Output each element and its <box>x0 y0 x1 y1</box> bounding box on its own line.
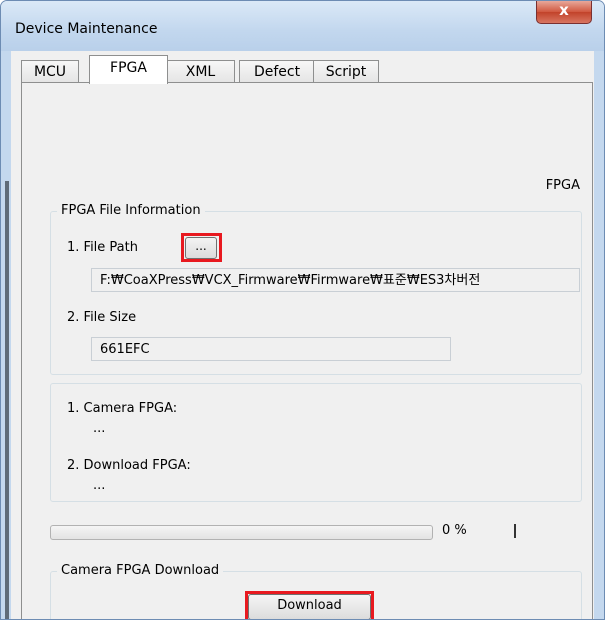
window-title: Device Maintenance <box>15 21 158 37</box>
client-area: MCU FPGA XML Defect Script FPGA FPGA Fil… <box>11 51 594 619</box>
download-button-highlight <box>245 591 374 619</box>
status-divider <box>514 524 516 538</box>
camera-fpga-value: ... <box>93 421 106 436</box>
tab-defect[interactable]: Defect <box>239 60 315 83</box>
tab-mcu[interactable]: MCU <box>21 60 79 83</box>
progress-percent: 0 % <box>442 523 467 538</box>
browse-button-highlight <box>181 233 222 262</box>
tab-script[interactable]: Script <box>313 60 379 83</box>
title-bar[interactable]: Device Maintenance x <box>1 1 604 51</box>
file-path-field[interactable]: F:₩CoaXPress₩VCX_Firmware₩Firmware₩표준₩ES… <box>91 268 580 292</box>
file-path-label: 1. File Path <box>67 240 138 255</box>
file-info-group: FPGA File Information 1. File Path ... F… <box>50 203 582 375</box>
tab-fpga[interactable]: FPGA <box>89 55 168 84</box>
download-progress-bar <box>50 525 433 540</box>
camera-download-legend: Camera FPGA Download <box>57 563 224 578</box>
download-fpga-label: 2. Download FPGA: <box>67 458 191 473</box>
file-size-field[interactable]: 661EFC <box>91 337 451 361</box>
close-button[interactable]: x <box>536 1 592 24</box>
tab-xml[interactable]: XML <box>166 60 235 83</box>
close-icon: x <box>559 1 569 19</box>
device-maintenance-window: Device Maintenance x MCU FPGA XML Defect… <box>0 0 605 620</box>
download-fpga-value: ... <box>93 478 106 493</box>
tab-bar: MCU FPGA XML Defect Script <box>11 51 594 86</box>
version-info-group: 1. Camera FPGA: ... 2. Download FPGA: ..… <box>50 383 582 502</box>
camera-download-group: Camera FPGA Download Download <box>50 563 582 619</box>
file-size-label: 2. File Size <box>67 310 137 325</box>
file-info-legend: FPGA File Information <box>57 203 205 218</box>
window-frame-right <box>594 51 604 619</box>
window-frame-left <box>1 51 11 619</box>
panel-caption: FPGA <box>545 178 580 193</box>
camera-fpga-label: 1. Camera FPGA: <box>67 401 178 416</box>
fpga-tab-panel: FPGA FPGA File Information 1. File Path … <box>21 82 593 619</box>
